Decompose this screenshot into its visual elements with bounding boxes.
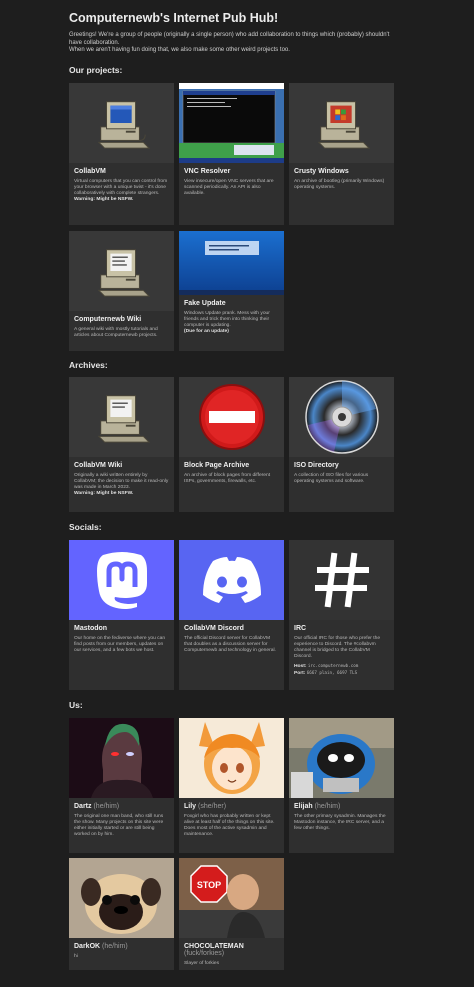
cd-disc-icon [289,377,394,457]
card-description: Our official IRC for those who prefer th… [294,636,381,659]
discord-icon [179,540,284,620]
project-card-computernewb-wiki[interactable]: Computernewb Wiki A general wiki with mo… [69,231,174,351]
card-description: Our home on the fediverse where you can … [74,636,166,653]
member-description: Slayer of forkies [184,961,220,966]
vnc-screenshot [179,83,284,163]
card-title: VNC Resolver [184,168,231,175]
project-card-vnc-resolver[interactable]: VNC Resolver View insecure/open VNC serv… [179,83,284,225]
section-heading-us: Us: [69,700,83,710]
social-card-mastodon[interactable]: Mastodon Our home on the fediverse where… [69,540,174,690]
retro-computer-icon [289,83,394,163]
card-note: (Due for an update) [184,329,229,334]
card-description: Windows Update prank. Mess with your fri… [184,311,270,328]
irc-host: Host: irc.computernewb.com [294,663,389,670]
member-name: Lily (she/her) [184,803,279,810]
member-description: The original one man band, who still run… [74,814,164,837]
card-title: CollabVM Discord [184,625,244,632]
member-pronouns: (he/him) [314,803,341,810]
member-card-lily: Lily (she/her) Foxgirl who has probably … [179,718,284,853]
member-name-text: CHOCOLATEMAN [184,943,244,950]
nsfw-warning: Warning: Might be NSFW. [74,491,134,496]
member-card-chocolateman: STOP CHOCOLATEMAN (fuck/forkies) Slayer o… [179,858,284,970]
retro-computer-icon [69,231,174,311]
card-title: Fake Update [184,300,226,307]
nsfw-warning: Warning: Might be NSFW. [74,197,134,202]
member-pronouns: (fuck/forkies) [184,950,225,957]
mastodon-icon [69,540,174,620]
project-card-fake-update[interactable]: Fake Update Windows Update prank. Mess w… [179,231,284,351]
stop-sign-text: STOP [197,880,221,890]
member-avatar-dartz [69,718,174,798]
retro-computer-icon [69,83,174,163]
irc-host-value[interactable]: irc.computernewb.com [308,663,358,668]
card-description: The official Discord server for CollabVM… [184,636,276,653]
member-avatar-elijah [289,718,394,798]
host-label: Host: [294,664,307,669]
section-heading-socials: Socials: [69,522,102,532]
member-description: The other primary sysadmin. Manages the … [294,814,386,831]
member-name-text: Dartz [74,803,92,810]
section-heading-projects: Our projects: [69,65,123,75]
member-name: DarkOK (he/him) [74,943,169,950]
card-title: Mastodon [74,625,108,632]
card-title: ISO Directory [294,462,339,469]
hash-icon [289,540,394,620]
retro-computer-icon [69,377,174,457]
member-card-dartz: Dartz (he/him) The original one man band… [69,718,174,853]
card-title: CollabVM Wiki [74,462,123,469]
block-sign-icon [179,377,284,457]
member-description: Foxgirl who has probably written or kept… [184,814,275,837]
member-card-darkok: DarkOK (he/him) hi [69,858,174,970]
intro-text: Greetings! We're a group of people (orig… [69,32,399,55]
card-title: CollabVM [74,168,106,175]
member-name-text: Elijah [294,803,313,810]
page-title: Computernewb's Internet Pub Hub! [69,11,279,25]
card-title: Computernewb Wiki [74,316,142,323]
member-avatar-darkok [69,858,174,938]
card-description: A collection of ISO files for various op… [294,473,369,484]
member-name: CHOCOLATEMAN (fuck/forkies) [184,943,279,957]
port-label: Port: [294,671,306,677]
archive-card-collabvm-wiki[interactable]: CollabVM Wiki Originally a wiki written … [69,377,174,512]
intro-line-2: When we aren't having fun doing that, we… [69,47,290,54]
social-card-collabvm-discord[interactable]: CollabVM Discord The official Discord se… [179,540,284,690]
card-title: Crusty Windows [294,168,349,175]
card-description: A general wiki with mostly tutorials and… [74,327,158,338]
member-description: hi [74,954,78,959]
member-pronouns: (he/him) [93,803,120,810]
windows-update-screenshot [179,231,284,295]
irc-port: Port: 6667 plain, 6697 TLS [294,670,389,677]
member-avatar-chocolateman: STOP [179,858,284,938]
card-description: An archive of bootleg (primarily Windows… [294,179,385,190]
irc-port-value: 6667 plain, 6697 TLS [306,670,358,676]
project-card-collabvm[interactable]: CollabVM Virtual computers that you can … [69,83,174,225]
social-card-irc[interactable]: IRC Our official IRC for those who prefe… [289,540,394,690]
card-description: View insecure/open VNC servers that are … [184,179,274,196]
member-name-text: Lily [184,803,197,810]
card-description: Virtual computers that you can control f… [74,179,168,196]
member-pronouns: (he/him) [102,943,128,950]
card-description: Originally a wiki written entirely by Co… [74,473,169,490]
member-card-elijah: Elijah (he/him) The other primary sysadm… [289,718,394,853]
member-name: Dartz (he/him) [74,803,169,810]
card-title: IRC [294,625,307,632]
card-description: An archive of block pages from different… [184,473,271,484]
member-name-text: DarkOK [74,943,101,950]
archive-card-block-page-archive[interactable]: Block Page Archive An archive of block p… [179,377,284,512]
archive-card-iso-directory[interactable]: ISO Directory A collection of ISO files … [289,377,394,512]
member-avatar-lily [179,718,284,798]
member-pronouns: (she/her) [198,803,227,810]
section-heading-archives: Archives: [69,360,108,370]
card-title: Block Page Archive [184,462,250,469]
project-card-crusty-windows[interactable]: Crusty Windows An archive of bootleg (pr… [289,83,394,225]
intro-line-1: Greetings! We're a group of people (orig… [69,32,390,46]
member-name: Elijah (he/him) [294,803,389,810]
